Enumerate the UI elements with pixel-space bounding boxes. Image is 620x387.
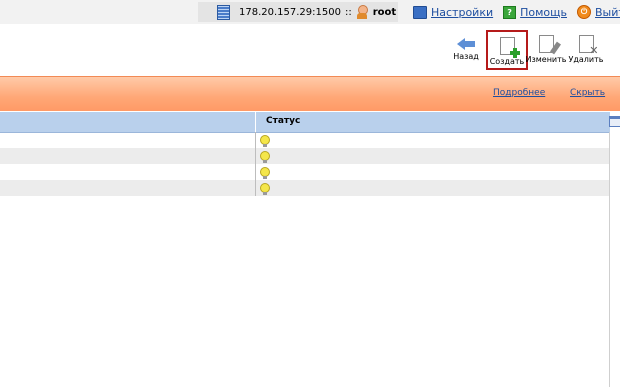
table-config-icon[interactable]	[609, 116, 620, 127]
table-body	[0, 132, 610, 196]
row-separator	[255, 164, 256, 180]
delete-button[interactable]: ✕ Удалить	[566, 30, 606, 70]
delete-document-icon[interactable]: ✕	[578, 35, 599, 56]
bulb-icon	[260, 183, 270, 195]
table-row[interactable]	[0, 132, 610, 148]
top-links: Настройки ? Помощь ⏻ Выйти	[413, 5, 620, 19]
exit-link-group[interactable]: ⏻ Выйти	[577, 5, 620, 19]
user-name: root	[372, 6, 397, 18]
bulb-icon	[260, 135, 270, 147]
hide-link[interactable]: Скрыть	[570, 88, 605, 98]
more-link[interactable]: Подробнее	[493, 88, 545, 98]
create-button[interactable]: Создать	[486, 30, 528, 70]
delete-x-icon: ✕	[589, 44, 599, 57]
help-link-group[interactable]: ? Помощь	[503, 5, 567, 19]
back-button[interactable]: Назад	[446, 30, 486, 70]
table-row[interactable]	[0, 164, 610, 180]
back-arrow-icon[interactable]	[457, 38, 475, 50]
pencil-icon	[549, 41, 561, 55]
edit-document-icon[interactable]	[538, 35, 561, 55]
settings-link[interactable]: Настройки	[431, 6, 493, 19]
column-separator	[255, 112, 256, 132]
help-icon[interactable]: ?	[503, 5, 517, 19]
exit-link[interactable]: Выйти	[595, 6, 620, 19]
bulb-icon	[260, 167, 270, 179]
scrollbar[interactable]	[609, 132, 620, 387]
row-separator	[255, 180, 256, 196]
top-bar: 178.20.157.29:1500 :: root Настройки ? П…	[0, 0, 620, 24]
user-icon	[356, 5, 368, 19]
back-label: Назад	[453, 52, 479, 61]
server-address: 178.20.157.29:1500	[239, 6, 341, 18]
edit-button[interactable]: Изменить	[525, 30, 567, 70]
server-info: 178.20.157.29:1500 :: root	[198, 2, 398, 22]
create-document-icon[interactable]	[499, 37, 520, 58]
exit-icon[interactable]: ⏻	[577, 5, 591, 19]
table-header: Статус	[0, 112, 610, 133]
separator: ::	[344, 6, 352, 18]
help-link[interactable]: Помощь	[520, 6, 567, 19]
toolbar: Назад Создать Изменить ✕ Удалить	[0, 30, 620, 74]
settings-link-group[interactable]: Настройки	[413, 5, 493, 19]
table-row[interactable]	[0, 180, 610, 196]
column-header-status[interactable]: Статус	[266, 116, 300, 126]
settings-icon[interactable]	[413, 5, 427, 19]
server-icon	[217, 4, 230, 20]
create-label: Создать	[489, 57, 525, 66]
edit-label: Изменить	[525, 55, 567, 64]
table-row[interactable]	[0, 148, 610, 164]
plus-icon	[509, 48, 520, 58]
bulb-icon	[260, 151, 270, 163]
row-separator	[255, 132, 256, 148]
row-separator	[255, 148, 256, 164]
